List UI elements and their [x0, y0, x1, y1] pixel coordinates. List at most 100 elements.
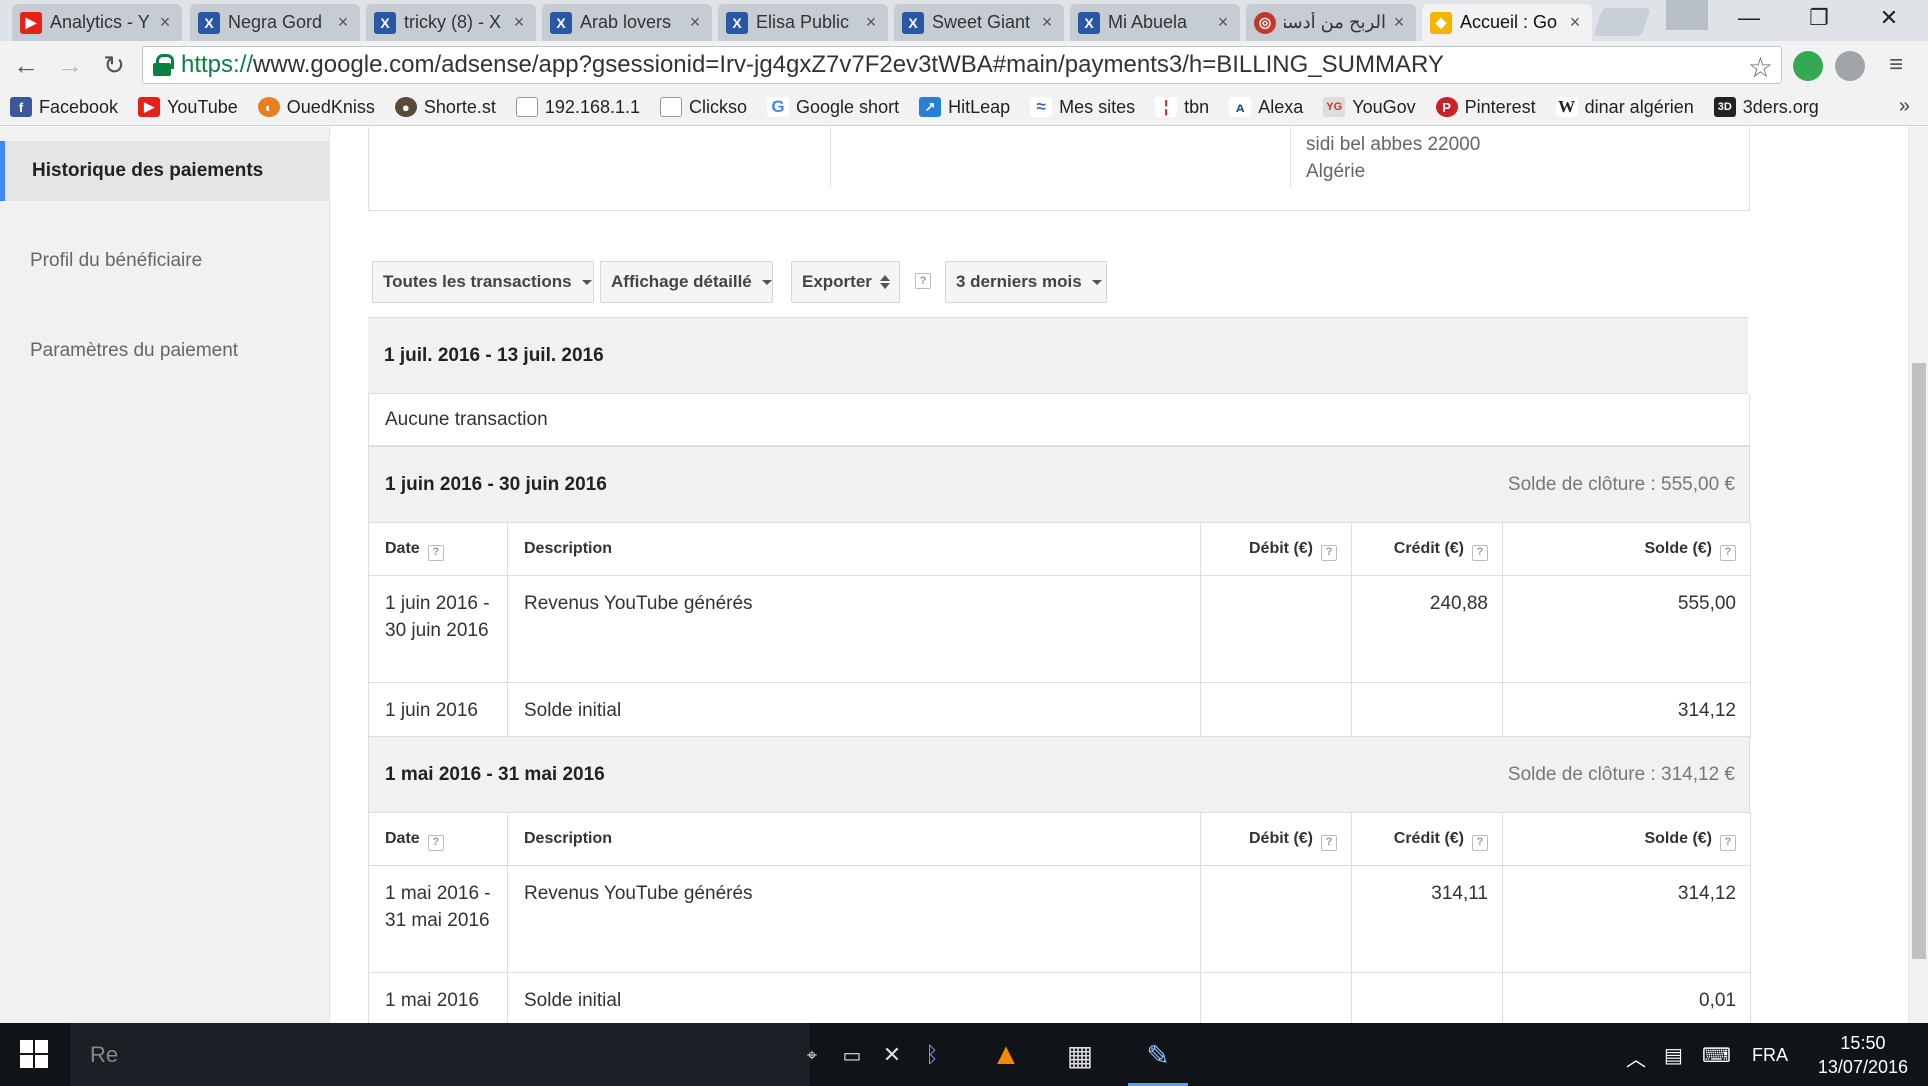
vertical-scrollbar[interactable] [1908, 127, 1928, 1023]
help-icon[interactable]: ? [1720, 834, 1736, 851]
table-row: 1 mai 2016 - 31 mai 2016 Revenus YouTube… [368, 865, 1751, 973]
close-icon[interactable]: × [334, 12, 352, 33]
reload-icon[interactable]: ↻ [98, 49, 130, 81]
sidebar-item-profil[interactable]: Profil du bénéficiaire [0, 231, 330, 291]
tab-mi-abuela[interactable]: X Mi Abuela × [1070, 4, 1240, 41]
tab-sweet-giant[interactable]: X Sweet Giant × [894, 4, 1064, 41]
window-icon[interactable]: ▭ [832, 1035, 872, 1075]
payee-address-card: sidi bel abbes 22000 Algérie [368, 127, 1750, 211]
youtube-icon: ▶ [138, 97, 161, 117]
address-bar[interactable]: https://www.google.com/adsense/app?gsess… [142, 46, 1782, 84]
help-icon[interactable]: ? [427, 544, 444, 561]
extension-green-icon[interactable] [1793, 51, 1823, 81]
help-icon[interactable]: ? [1472, 834, 1488, 851]
bluetooth-icon[interactable]: ᛒ [912, 1035, 952, 1075]
cell-credit: 314,11 [1351, 865, 1503, 973]
bookmark-mes-sites[interactable]: ≈ Mes sites [1030, 97, 1135, 118]
period-header: 1 mai 2016 - 31 mai 2016 Solde de clôtur… [368, 736, 1750, 813]
chevron-up-icon[interactable]: ︿ [1626, 1043, 1646, 1072]
x-icon: X [1078, 11, 1100, 34]
close-icon[interactable]: × [1390, 12, 1408, 33]
close-icon[interactable]: × [686, 12, 704, 33]
x-icon: X [374, 11, 396, 34]
bookmark-3ders[interactable]: 3D 3ders.org [1713, 97, 1819, 118]
notification-icon[interactable]: ▤ [1664, 1043, 1683, 1068]
sidebar-item-parametres[interactable]: Paramètres du paiement [0, 321, 330, 381]
close-icon[interactable]: × [1038, 12, 1056, 33]
help-icon[interactable]: ? [1472, 544, 1488, 561]
column-header-debit: Débit (€)? [1200, 523, 1352, 576]
bookmark-facebook[interactable]: f Facebook [10, 97, 118, 118]
export-dropdown[interactable]: Exporter [791, 261, 900, 303]
bookmark-dinar[interactable]: Wdinar algérien [1555, 97, 1694, 118]
bookmark-google-short[interactable]: G Google short [767, 97, 899, 118]
sidebar-item-historique[interactable]: Historique des paiements [0, 141, 330, 201]
back-arrow-icon[interactable]: ← [10, 49, 42, 81]
help-icon[interactable]: ? [1321, 834, 1337, 851]
profile-icon[interactable] [1666, 0, 1708, 30]
help-icon[interactable]: ? [915, 273, 931, 289]
bookmark-shortest[interactable]: ● Shorte.st [394, 97, 496, 118]
url-text: www.google.com/adsense/app?gsessionid=Ir… [253, 51, 1444, 78]
forward-arrow-icon[interactable]: → [54, 49, 86, 81]
chevron-down-icon [761, 279, 772, 285]
help-icon[interactable]: ? [427, 834, 444, 851]
tab-elisa-public[interactable]: X Elisa Public × [718, 4, 888, 41]
menu-icon[interactable]: ≡ [1880, 49, 1912, 81]
google-icon: G [767, 97, 790, 117]
system-clock[interactable]: 15:50 13/07/2016 [1818, 1031, 1908, 1079]
scrollbar-thumb[interactable] [1912, 363, 1926, 959]
column-header-description: Description [507, 813, 1201, 866]
adsense-icon: ◆ [1430, 11, 1452, 34]
tab-negra-gord[interactable]: X Negra Gord × [190, 4, 360, 41]
close-icon[interactable]: × [1214, 12, 1232, 33]
tab-arabic-adsense[interactable]: ◎ الربح من أدسنس × [1246, 4, 1416, 41]
tab-analytics[interactable]: ▶ Analytics - Y × [12, 4, 182, 41]
chevron-right-icon[interactable]: » [1899, 95, 1910, 118]
tab-arab-lovers[interactable]: X Arab lovers × [542, 4, 712, 41]
paint-icon[interactable]: ✎ [1138, 1035, 1178, 1075]
transactions-type-dropdown[interactable]: Toutes les transactions [372, 261, 594, 303]
sort-arrows-icon [879, 275, 890, 289]
new-tab-button[interactable] [1593, 8, 1651, 36]
bookmark-pinterest[interactable]: P Pinterest [1435, 97, 1536, 118]
bookmark-tbn[interactable]: ¦ tbn [1155, 97, 1209, 118]
restore-icon[interactable]: ❐ [1784, 0, 1854, 36]
vlc-icon[interactable]: ▲ [986, 1035, 1026, 1075]
close-icon[interactable]: × [156, 12, 174, 33]
cell-date: 1 mai 2016 - 31 mai 2016 [368, 865, 508, 973]
bookmark-hitleap[interactable]: ↗ HitLeap [919, 97, 1010, 118]
help-icon[interactable]: ? [1321, 544, 1337, 561]
column-header-description: Description [507, 523, 1201, 576]
mes-sites-icon: ≈ [1030, 97, 1053, 117]
close-x-icon[interactable]: ✕ [872, 1035, 912, 1075]
help-icon[interactable]: ? [1720, 544, 1736, 561]
bookmark-clickso[interactable]: Clickso [660, 97, 747, 118]
minimize-icon[interactable]: — [1714, 0, 1784, 36]
bookmark-router[interactable]: 192.168.1.1 [515, 97, 640, 118]
tab-accueil-adsense[interactable]: ◆ Accueil : Go × [1422, 4, 1592, 41]
tab-tricky[interactable]: X tricky (8) - X × [366, 4, 536, 41]
close-icon[interactable]: × [1566, 12, 1584, 33]
close-icon[interactable]: × [510, 12, 528, 33]
bookmark-alexa[interactable]: ᴀ Alexa [1229, 97, 1303, 118]
taskbar-search[interactable]: Re [70, 1023, 810, 1086]
view-mode-dropdown[interactable]: Affichage détaillé [600, 261, 773, 303]
keyboard-icon[interactable]: ⌨ [1702, 1043, 1731, 1068]
pinterest-icon: P [1435, 97, 1458, 117]
bookmark-yougov[interactable]: YG YouGov [1323, 97, 1416, 118]
window-close-icon[interactable]: ✕ [1854, 0, 1924, 36]
chevron-down-icon [1091, 279, 1102, 285]
crosshair-icon[interactable]: ⌖ [792, 1035, 832, 1075]
extension-globe-icon[interactable] [1835, 51, 1865, 81]
windows-start-icon[interactable] [20, 1040, 48, 1068]
language-indicator[interactable]: FRA [1752, 1045, 1788, 1066]
lock-icon [153, 54, 174, 76]
close-icon[interactable]: × [862, 12, 880, 33]
bookmark-ouedkniss[interactable]: ◐ OuedKniss [257, 97, 375, 118]
bookmark-star-icon[interactable]: ☆ [1748, 51, 1773, 84]
date-range-dropdown[interactable]: 3 derniers mois [945, 261, 1107, 303]
calculator-icon[interactable]: ▦ [1060, 1035, 1100, 1075]
bookmark-youtube[interactable]: ▶ YouTube [138, 97, 238, 118]
x-icon: X [550, 11, 572, 34]
